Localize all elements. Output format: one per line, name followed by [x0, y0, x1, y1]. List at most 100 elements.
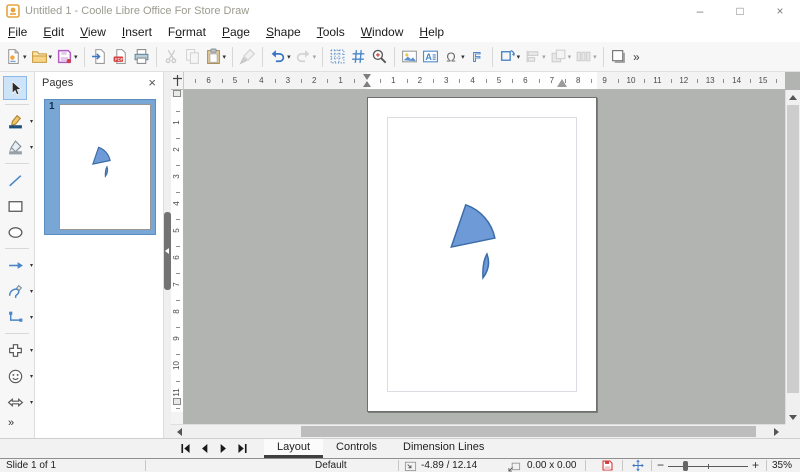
drawbar-connectors[interactable]: ▾: [0, 304, 34, 330]
drawbar-select[interactable]: [0, 75, 34, 101]
dropdown-arrow-icon[interactable]: ▾: [30, 314, 33, 321]
dropdown-arrow-icon[interactable]: ▾: [30, 144, 33, 151]
drawing-page[interactable]: [367, 97, 597, 412]
pages-panel-close-icon[interactable]: ×: [148, 76, 156, 89]
horizontal-ruler[interactable]: 654321123456789101112131415: [184, 72, 785, 90]
menu-tools[interactable]: Tools: [309, 23, 353, 41]
maximize-button[interactable]: □: [720, 0, 760, 22]
symbol-shapes-tool[interactable]: [3, 364, 27, 388]
scroll-down-icon[interactable]: [786, 410, 800, 424]
dropdown-arrow-icon[interactable]: ▾: [223, 53, 227, 61]
splitter-handle[interactable]: [164, 212, 171, 290]
zoom-slider[interactable]: [668, 460, 748, 472]
menu-view[interactable]: View: [72, 23, 114, 41]
tab-dimension-lines[interactable]: Dimension Lines: [390, 439, 497, 458]
horizontal-scrollbar[interactable]: [171, 424, 785, 438]
scroll-up-icon[interactable]: [786, 90, 800, 104]
toolbar-display-grid[interactable]: [327, 45, 348, 69]
page-thumbnail[interactable]: 1: [44, 99, 156, 235]
panel-splitter[interactable]: [163, 72, 171, 445]
zoom-slider-thumb[interactable]: [683, 461, 688, 471]
toolbar-paste[interactable]: ▾: [203, 45, 229, 69]
toolbar-export-as-pdf[interactable]: PDF: [110, 45, 131, 69]
toolbar-insert-fontwork-text[interactable]: F: [467, 45, 488, 69]
drawbar-fill-color[interactable]: ▾: [0, 134, 34, 160]
dropdown-arrow-icon[interactable]: ▾: [517, 53, 521, 61]
menu-window[interactable]: Window: [353, 23, 412, 41]
line-color-tool[interactable]: [3, 109, 27, 133]
dropdown-arrow-icon[interactable]: ▾: [542, 53, 546, 61]
toolbar-clone-formatting[interactable]: [237, 45, 258, 69]
ruler-indent-marker[interactable]: [173, 398, 181, 405]
scroll-left-icon[interactable]: [173, 425, 186, 438]
tab-controls[interactable]: Controls: [323, 439, 390, 458]
drawbar-more-drawing-tools[interactable]: »: [8, 417, 14, 429]
toolbar-open[interactable]: ▾: [29, 45, 55, 69]
drawbar-lines-and-arrows[interactable]: ▾: [0, 252, 34, 278]
basic-shapes-tool[interactable]: [3, 338, 27, 362]
ruler-margin-marker[interactable]: [557, 79, 567, 87]
menu-insert[interactable]: Insert: [114, 23, 160, 41]
nav-last-page-button[interactable]: [235, 441, 250, 456]
toolbar-save[interactable]: ▾: [54, 45, 80, 69]
dropdown-arrow-icon[interactable]: ▾: [593, 53, 597, 61]
nav-next-page-button[interactable]: [216, 441, 231, 456]
line-tool[interactable]: [3, 168, 27, 192]
toolbar-distribution[interactable]: ▾: [573, 45, 599, 69]
dropdown-arrow-icon[interactable]: ▾: [49, 53, 53, 61]
nav-first-page-button[interactable]: [178, 441, 193, 456]
dropdown-arrow-icon[interactable]: ▾: [568, 53, 572, 61]
connector-tool[interactable]: [3, 305, 27, 329]
dropdown-arrow-icon[interactable]: ▾: [30, 373, 33, 380]
dropdown-arrow-icon[interactable]: ▾: [313, 53, 317, 61]
drawbar-basic-shapes[interactable]: ▾: [0, 337, 34, 363]
menu-shape[interactable]: Shape: [258, 23, 309, 41]
toolbar-insert-special-characters[interactable]: Ω▾: [441, 45, 467, 69]
dropdown-arrow-icon[interactable]: ▾: [30, 288, 33, 295]
drawbar-symbol-shapes[interactable]: ▾: [0, 363, 34, 389]
fill-color-tool[interactable]: [3, 135, 27, 159]
rect-tool[interactable]: [3, 194, 27, 218]
dropdown-arrow-icon[interactable]: ▾: [30, 399, 33, 406]
toolbar-transformations[interactable]: ▾: [497, 45, 523, 69]
dropdown-arrow-icon[interactable]: ▾: [461, 53, 465, 61]
toolbar-zoom[interactable]: [369, 45, 390, 69]
dropdown-arrow-icon[interactable]: ▾: [30, 118, 33, 125]
page-style[interactable]: Default: [315, 460, 347, 472]
toolbar-insert-text-box[interactable]: A: [420, 45, 441, 69]
minimize-button[interactable]: –: [680, 0, 720, 22]
menu-format[interactable]: Format: [160, 23, 214, 41]
menu-edit[interactable]: Edit: [35, 23, 72, 41]
vertical-scrollbar[interactable]: [785, 90, 800, 424]
toolbar-more-toolbar-items[interactable]: »: [629, 45, 650, 69]
curve-tool[interactable]: [3, 279, 27, 303]
drawbar-ellipse[interactable]: [0, 219, 34, 245]
dropdown-arrow-icon[interactable]: ▾: [30, 347, 33, 354]
toolbar-redo[interactable]: ▾: [293, 45, 319, 69]
vertical-ruler[interactable]: 1234567891011: [171, 90, 184, 424]
dropdown-arrow-icon[interactable]: ▾: [287, 53, 291, 61]
tab-layout[interactable]: Layout: [264, 439, 323, 458]
toolbar-align-objects[interactable]: ▾: [522, 45, 548, 69]
drawbar-block-arrows[interactable]: ▾: [0, 389, 34, 415]
ellipse-tool[interactable]: [3, 220, 27, 244]
toolbar-arrange[interactable]: ▾: [548, 45, 574, 69]
dropdown-arrow-icon[interactable]: ▾: [74, 53, 78, 61]
drawbar-line-color[interactable]: ▾: [0, 108, 34, 134]
vertical-scrollbar-thumb[interactable]: [787, 105, 799, 393]
dropdown-arrow-icon[interactable]: ▾: [30, 262, 33, 269]
unsaved-changes-icon[interactable]: [601, 459, 614, 472]
toolbar-print[interactable]: [131, 45, 152, 69]
menu-help[interactable]: Help: [411, 23, 452, 41]
ruler-indent-marker[interactable]: [173, 90, 181, 97]
block-arrows-tool[interactable]: [3, 390, 27, 414]
toolbar-undo[interactable]: ▾: [267, 45, 293, 69]
zoom-out-button[interactable]: −: [657, 459, 664, 471]
menu-page[interactable]: Page: [214, 23, 258, 41]
toolbar-insert-image[interactable]: [399, 45, 420, 69]
menu-file[interactable]: File: [0, 23, 35, 41]
toolbar-helplines-while-moving[interactable]: [348, 45, 369, 69]
drawbar-insert-line[interactable]: [0, 167, 34, 193]
toolbar-export[interactable]: [89, 45, 110, 69]
fit-page-icon[interactable]: [631, 459, 645, 472]
